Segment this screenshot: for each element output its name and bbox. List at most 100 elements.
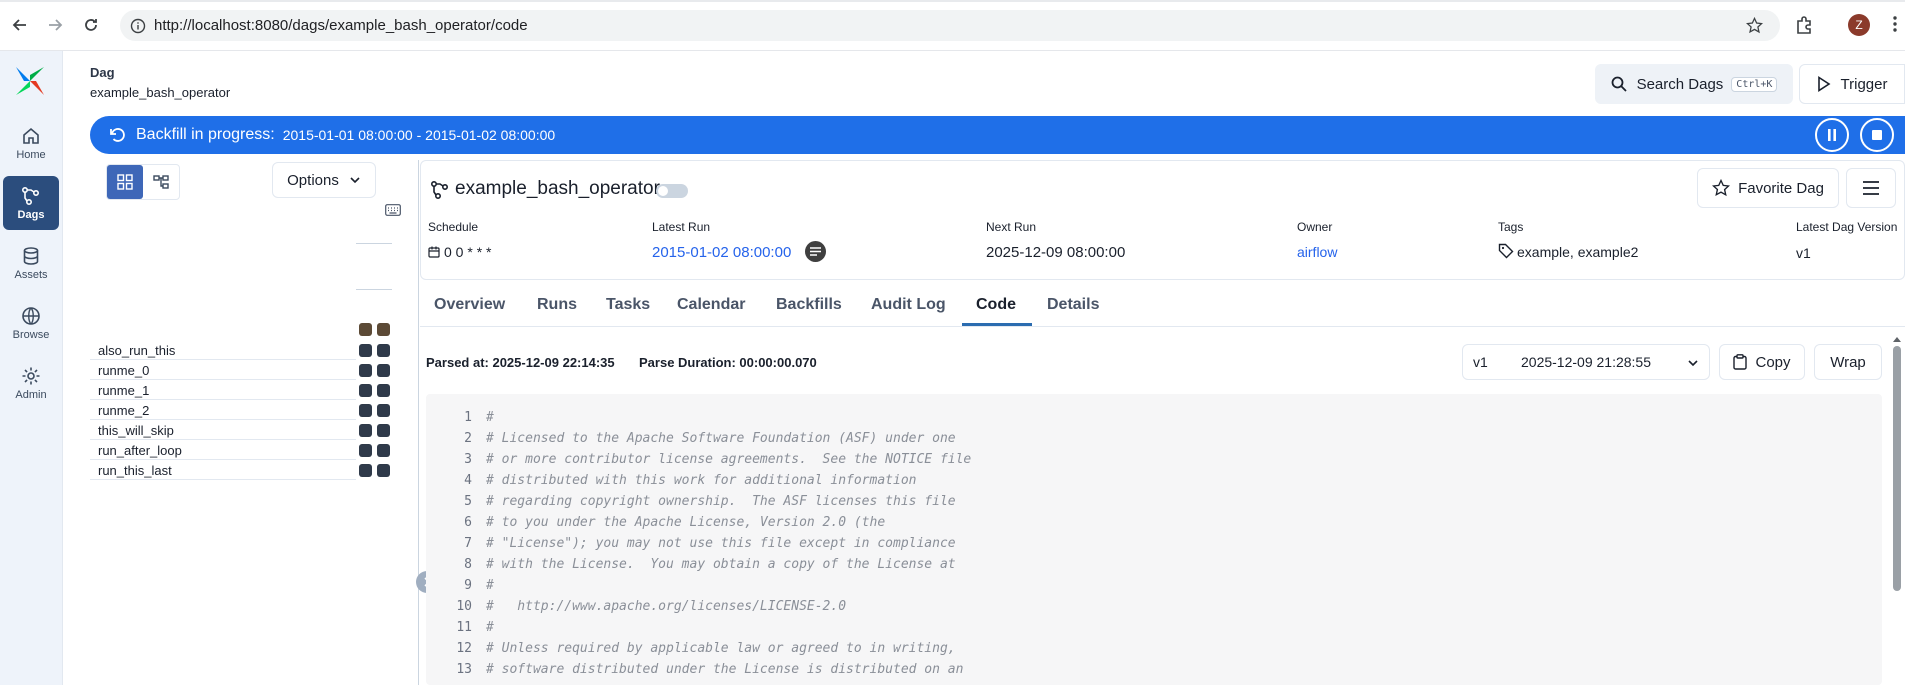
- task-instance-square[interactable]: [359, 384, 372, 397]
- scrollbar-thumb[interactable]: [1893, 346, 1901, 591]
- copy-button[interactable]: Copy: [1719, 344, 1805, 380]
- task-instance-square[interactable]: [359, 364, 372, 377]
- dag-menu-button[interactable]: [1846, 168, 1896, 208]
- tab-calendar[interactable]: Calendar: [677, 296, 745, 314]
- forward-icon[interactable]: [40, 10, 70, 40]
- profile-avatar[interactable]: Z: [1848, 14, 1870, 36]
- reload-icon[interactable]: [76, 10, 106, 40]
- dags-icon: [21, 186, 40, 205]
- code-line: 6 # to you under the Apache License, Vers…: [464, 515, 886, 530]
- stop-backfill-button[interactable]: [1860, 118, 1894, 152]
- task-instance-square[interactable]: [359, 344, 372, 357]
- scroll-up-arrow[interactable]: [1893, 336, 1901, 342]
- tab-runs[interactable]: Runs: [537, 296, 577, 314]
- url-text: http://localhost:8080/dags/example_bash_…: [154, 17, 528, 34]
- tab-tasks[interactable]: Tasks: [606, 296, 650, 314]
- tab-audit-log[interactable]: Audit Log: [871, 296, 946, 314]
- task-row[interactable]: run_this_last: [90, 461, 356, 480]
- code-line: 3 # or more contributor license agreement…: [464, 452, 972, 467]
- panel-divider[interactable]: [418, 160, 419, 685]
- task-instance-square[interactable]: [359, 464, 372, 477]
- wrap-label: Wrap: [1830, 353, 1866, 371]
- task-instance-square[interactable]: [377, 384, 390, 397]
- task-row[interactable]: run_after_loop: [90, 441, 356, 460]
- task-instance-square[interactable]: [377, 344, 390, 357]
- owner-link[interactable]: airflow: [1297, 244, 1337, 260]
- nav-home[interactable]: Home: [3, 116, 59, 170]
- task-instance-square[interactable]: [377, 364, 390, 377]
- browser-menu-icon[interactable]: [1893, 15, 1897, 33]
- task-instance-square[interactable]: [377, 424, 390, 437]
- task-instance-square[interactable]: [377, 404, 390, 417]
- search-shortcut: Ctrl+K: [1731, 76, 1778, 92]
- favorite-dag-label: Favorite Dag: [1738, 179, 1824, 197]
- pause-backfill-button[interactable]: [1815, 118, 1849, 152]
- pause-icon: [1828, 129, 1836, 141]
- calendar-icon: [428, 246, 440, 258]
- nav-admin[interactable]: Admin: [3, 356, 59, 410]
- view-toggle: [106, 164, 180, 200]
- clipboard-icon: [1733, 354, 1748, 370]
- breadcrumb-label: Dag: [90, 65, 115, 80]
- pause-toggle[interactable]: [656, 184, 688, 198]
- graph-icon: [153, 175, 169, 189]
- grid-icon: [117, 174, 133, 190]
- left-navigation: Home Dags Assets Browse Admin: [0, 51, 63, 685]
- task-row[interactable]: runme_1: [90, 381, 356, 400]
- nav-browse[interactable]: Browse: [3, 296, 59, 350]
- task-row[interactable]: this_will_skip: [90, 421, 356, 440]
- schedule-label: Schedule: [428, 220, 479, 234]
- code-line: 9 #: [464, 578, 494, 593]
- code-viewer[interactable]: 1 # 2 # Licensed to the Apache Software Fo…: [426, 394, 1882, 685]
- site-info-icon[interactable]: [130, 18, 146, 34]
- nav-home-label: Home: [16, 148, 46, 161]
- favorite-dag-button[interactable]: Favorite Dag: [1697, 168, 1839, 208]
- version-select[interactable]: v1 2025-12-09 21:28:55: [1462, 344, 1710, 380]
- next-run-label: Next Run: [986, 220, 1037, 234]
- tab-code[interactable]: Code: [976, 296, 1016, 314]
- nav-assets[interactable]: Assets: [3, 236, 59, 290]
- breadcrumb-dag-id[interactable]: example_bash_operator: [90, 85, 230, 100]
- task-name: run_this_last: [98, 462, 172, 478]
- tab-details[interactable]: Details: [1047, 296, 1099, 314]
- graph-view-button[interactable]: [143, 165, 179, 199]
- star-icon: [1712, 179, 1731, 197]
- task-instance-square[interactable]: [359, 424, 372, 437]
- code-line: 4 # distributed with this work for additi…: [464, 473, 917, 488]
- task-row[interactable]: also_run_this: [90, 341, 356, 360]
- clear-run-icon[interactable]: [359, 323, 372, 336]
- airflow-logo[interactable]: [13, 64, 47, 98]
- extensions-icon[interactable]: [1795, 16, 1813, 34]
- undo-icon: [110, 128, 125, 142]
- options-button[interactable]: Options: [272, 162, 376, 198]
- address-bar[interactable]: http://localhost:8080/dags/example_bash_…: [120, 10, 1780, 41]
- task-row[interactable]: runme_0: [90, 361, 356, 380]
- tab-overview[interactable]: Overview: [434, 296, 505, 314]
- tags-value[interactable]: example, example2: [1517, 244, 1638, 260]
- task-row[interactable]: runme_2: [90, 401, 356, 420]
- keyboard-icon[interactable]: [385, 204, 401, 216]
- search-dags-label: Search Dags: [1636, 75, 1724, 93]
- latest-run-link[interactable]: 2015-01-02 08:00:00: [652, 244, 791, 261]
- clear-run-icon[interactable]: [377, 323, 390, 336]
- task-instance-square[interactable]: [359, 444, 372, 457]
- nav-dags[interactable]: Dags: [3, 176, 59, 230]
- search-icon: [1611, 76, 1627, 92]
- home-icon: [23, 127, 39, 144]
- nav-browse-label: Browse: [12, 328, 50, 341]
- bookmark-star-icon[interactable]: [1746, 17, 1763, 34]
- wrap-button[interactable]: Wrap: [1814, 344, 1882, 380]
- tab-bar: Overview Runs Tasks Calendar Backfills A…: [420, 286, 1905, 327]
- latest-run-label: Latest Run: [652, 220, 711, 234]
- search-dags-button[interactable]: Search Dags Ctrl+K: [1595, 64, 1793, 104]
- trigger-button[interactable]: Trigger: [1799, 64, 1905, 104]
- tab-backfills[interactable]: Backfills: [776, 296, 842, 314]
- grid-view-button[interactable]: [107, 165, 143, 199]
- nav-admin-label: Admin: [15, 388, 47, 401]
- code-line: 2 # Licensed to the Apache Software Found…: [464, 431, 956, 446]
- task-instance-square[interactable]: [377, 444, 390, 457]
- version-label: Latest Dag Version: [1796, 220, 1898, 234]
- back-icon[interactable]: [5, 10, 35, 40]
- task-instance-square[interactable]: [377, 464, 390, 477]
- task-instance-square[interactable]: [359, 404, 372, 417]
